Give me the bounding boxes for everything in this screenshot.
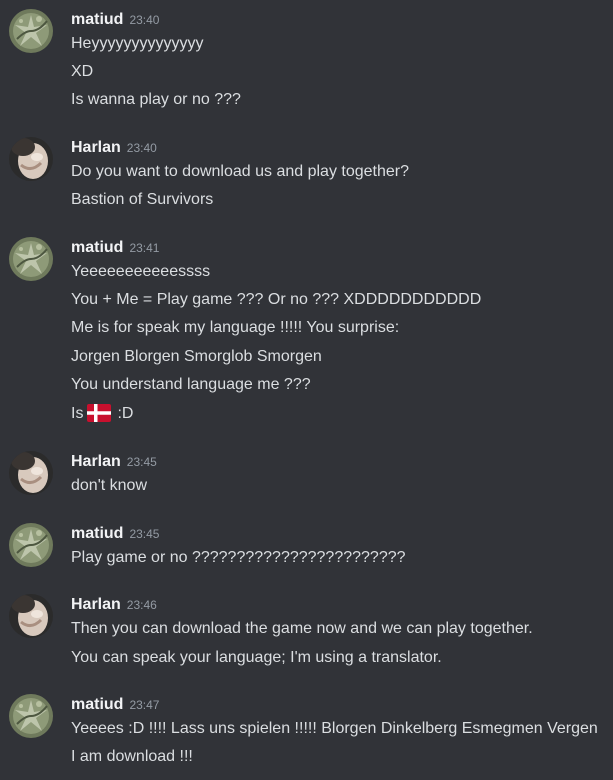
- message-header: matiud 23:40: [71, 9, 159, 31]
- timestamp: 23:45: [129, 527, 160, 541]
- message-text: You + Me = Play game ??? Or no ??? XDDDD…: [71, 291, 482, 308]
- author-name[interactable]: Harlan: [71, 453, 121, 470]
- message-text: You can speak your language; I'm using a…: [71, 649, 442, 666]
- message-text: You understand language me ???: [71, 376, 311, 393]
- timestamp: 23:45: [126, 455, 157, 469]
- plant-avatar[interactable]: [9, 523, 53, 567]
- message-text: Heyyyyyyyyyyyyyy: [71, 35, 204, 52]
- author-name[interactable]: matiud: [71, 696, 123, 713]
- harlan-avatar[interactable]: [9, 451, 53, 495]
- timestamp: 23:41: [129, 241, 160, 255]
- message-text-with-emoji: Is :D: [71, 403, 133, 429]
- author-name[interactable]: matiud: [71, 11, 123, 28]
- message-header: matiud 23:41: [71, 237, 159, 259]
- timestamp: 23:46: [126, 598, 157, 612]
- message-text: Jorgen Blorgen Smorglob Smorgen: [71, 348, 322, 365]
- harlan-avatar[interactable]: [9, 137, 53, 181]
- message-text: Do you want to download us and play toge…: [71, 163, 410, 180]
- author-name[interactable]: matiud: [71, 239, 123, 256]
- message-header: matiud 23:47: [71, 694, 159, 716]
- message-text: Is: [71, 405, 84, 422]
- timestamp: 23:40: [126, 141, 157, 155]
- timestamp: 23:40: [129, 13, 160, 27]
- message-text: :D: [117, 405, 134, 422]
- message-text: XD: [71, 63, 94, 80]
- chat-message-list: matiud 23:40 Heyyyyyyyyyyyyyy XD Is wanna…: [0, 0, 613, 780]
- message-header: Harlan 23:46: [71, 594, 157, 616]
- author-name[interactable]: Harlan: [71, 139, 121, 156]
- message-text: Is wanna play or no ???: [71, 91, 241, 108]
- denmark-flag-icon[interactable]: [87, 404, 112, 429]
- message-text: I am download !!!: [71, 748, 193, 765]
- message-text: Play game or no ????????????????????????: [71, 549, 406, 566]
- message-text: Yeeees :D !!!! Lass uns spielen !!!!! Bl…: [71, 720, 598, 737]
- harlan-avatar[interactable]: [9, 594, 53, 638]
- author-name[interactable]: Harlan: [71, 596, 121, 613]
- message-text: Then you can download the game now and w…: [71, 620, 533, 637]
- timestamp: 23:47: [129, 698, 160, 712]
- message-text: don't know: [71, 477, 147, 494]
- plant-avatar[interactable]: [9, 694, 53, 738]
- message-text: Bastion of Survivors: [71, 191, 214, 208]
- message-header: matiud 23:45: [71, 523, 159, 545]
- author-name[interactable]: matiud: [71, 525, 123, 542]
- plant-avatar[interactable]: [9, 237, 53, 281]
- message-text: Me is for speak my language !!!!! You su…: [71, 319, 400, 336]
- message-header: Harlan 23:40: [71, 137, 157, 159]
- message-text: Yeeeeeeeeeeessss: [71, 263, 211, 280]
- message-header: Harlan 23:45: [71, 451, 157, 473]
- plant-avatar[interactable]: [9, 9, 53, 53]
